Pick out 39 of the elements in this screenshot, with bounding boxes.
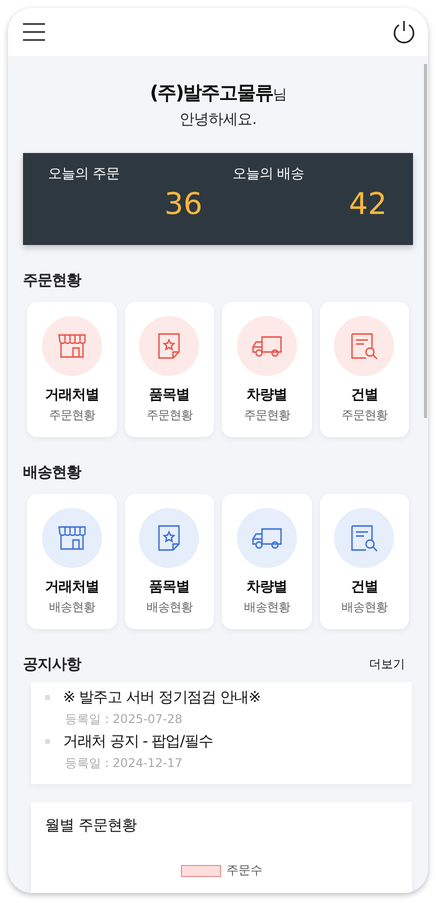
status-tile[interactable]: 거래처별 배송현황 <box>27 494 116 629</box>
summary-value: 42 <box>348 187 387 222</box>
notice-date: 등록일 : 2024-12-17 <box>64 755 184 772</box>
notice-title[interactable]: 거래처 공지 - 팝업/필수 <box>63 732 396 751</box>
status-tile[interactable]: 거래처별 주문현황 <box>27 302 116 437</box>
status-tile[interactable]: 건별 주문현황 <box>320 302 409 437</box>
menu-icon <box>22 22 46 42</box>
status-tile[interactable]: 차량별 주문현황 <box>222 302 312 437</box>
power-button[interactable] <box>392 20 416 44</box>
notice-date: 등록일 : 2025-07-28 <box>64 711 184 728</box>
store-icon <box>56 525 87 551</box>
status-tile[interactable]: 차량별 배송현황 <box>222 494 312 629</box>
section-title: 공지사항 <box>23 655 81 674</box>
truck-icon <box>250 334 283 358</box>
bullet-icon <box>45 739 50 744</box>
summary-value: 36 <box>164 187 202 222</box>
status-tile[interactable]: 품목별 배송현황 <box>124 494 214 629</box>
star-document-icon <box>157 332 182 360</box>
status-tile[interactable]: 건별 배송현황 <box>320 494 409 629</box>
document-search-icon <box>350 524 378 552</box>
star-document-icon <box>157 524 182 552</box>
company-name: (주)발주고물류님 <box>150 81 286 106</box>
more-link[interactable]: 더보기 <box>369 656 405 673</box>
section-title: 배송현황 <box>23 463 82 482</box>
truck-icon <box>250 526 283 550</box>
status-tile[interactable]: 품목별 주문현황 <box>124 302 214 437</box>
store-icon <box>56 333 87 359</box>
legend-label: 주문수 <box>226 862 262 879</box>
menu-button[interactable] <box>22 22 46 42</box>
greeting-text: 안녕하세요. <box>180 110 256 129</box>
legend-swatch <box>180 864 220 876</box>
power-icon <box>392 20 416 44</box>
section-title: 주문현황 <box>23 271 82 290</box>
card-title: 월별 주문현황 <box>45 816 138 835</box>
notice-title[interactable]: ※ 발주고 서버 정기점검 안내※ <box>63 688 396 707</box>
bullet-icon <box>45 695 50 700</box>
summary-label: 오늘의 주문 <box>48 165 120 183</box>
summary-label: 오늘의 배송 <box>232 165 304 183</box>
document-search-icon <box>350 332 378 360</box>
